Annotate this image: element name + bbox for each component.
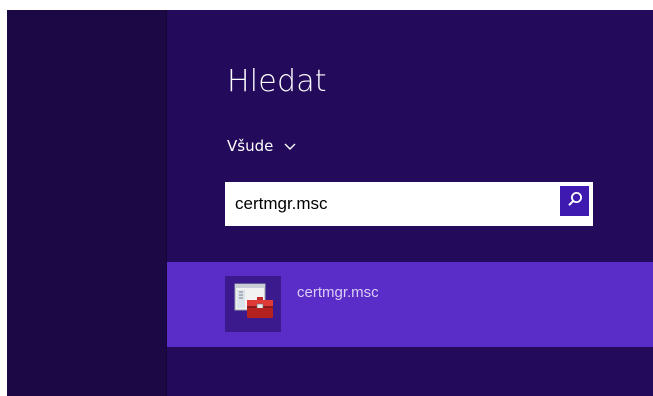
search-button[interactable] bbox=[560, 186, 589, 216]
left-rail bbox=[7, 10, 167, 396]
search-charm-screen: Hledat Všude certmgr.msc certmgr.msc bbox=[7, 10, 653, 396]
search-input[interactable] bbox=[235, 182, 555, 226]
search-pane-title: Hledat bbox=[227, 64, 327, 99]
search-icon bbox=[566, 190, 584, 212]
search-scope-dropdown[interactable]: Všude bbox=[227, 134, 297, 158]
search-box bbox=[225, 182, 593, 226]
search-pane: Hledat Všude certmgr.msc certmgr.msc bbox=[167, 10, 653, 396]
result-icon-tile bbox=[225, 276, 281, 332]
search-result-item[interactable]: certmgr.msc bbox=[167, 262, 653, 347]
chevron-down-icon bbox=[283, 139, 297, 153]
result-label: certmgr.msc bbox=[297, 284, 379, 301]
search-scope-label: Všude bbox=[227, 137, 274, 155]
management-console-toolbox-icon bbox=[231, 280, 275, 328]
